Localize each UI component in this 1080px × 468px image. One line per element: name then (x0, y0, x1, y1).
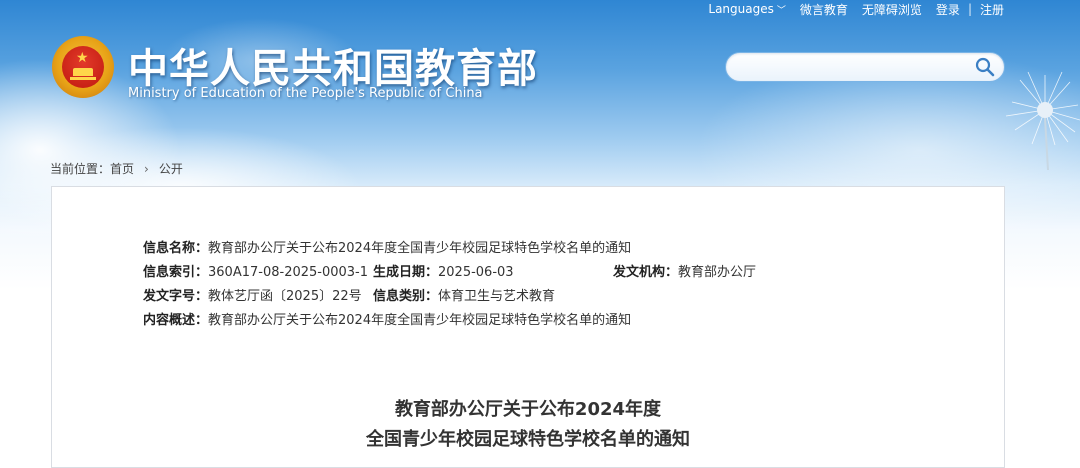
top-links: Languages ﹀ 微言教育 无障碍浏览 登录 | 注册 (708, 0, 1004, 18)
languages-dropdown[interactable]: Languages ﹀ (708, 2, 786, 16)
register-link[interactable]: 注册 (980, 1, 1004, 18)
meta-row-name: 信息名称：教育部办公厅关于公布2024年度全国青少年校园足球特色学校名单的通知 (143, 237, 903, 261)
breadcrumb-home-link[interactable]: 首页 (110, 160, 134, 177)
content-panel: 信息名称：教育部办公厅关于公布2024年度全国青少年校园足球特色学校名单的通知 … (51, 186, 1005, 468)
document-title: 教育部办公厅关于公布2024年度 全国青少年校园足球特色学校名单的通知 (52, 395, 1004, 455)
doc-number-value: 教体艺厅函〔2025〕22号 (208, 289, 362, 304)
meta-row-docno: 发文字号：教体艺厅函〔2025〕22号 信息类别：体育卫生与艺术教育 (143, 285, 903, 309)
document-title-line-1: 教育部办公厅关于公布2024年度 (394, 399, 662, 420)
issuing-org-label: 发文机构： (613, 265, 679, 280)
summary-value: 教育部办公厅关于公布2024年度全国青少年校园足球特色学校名单的通知 (208, 313, 632, 328)
search-input[interactable] (738, 57, 962, 79)
accessibility-link[interactable]: 无障碍浏览 (862, 1, 922, 18)
login-link[interactable]: 登录 (936, 1, 960, 18)
national-emblem-icon: ★ (52, 36, 114, 98)
meta-row-index: 信息索引：360A17-08-2025-0003-1 生成日期：2025-06-… (143, 261, 903, 285)
dandelion-decoration (1005, 71, 1080, 170)
breadcrumb-current-link[interactable]: 公开 (159, 160, 183, 177)
document-metadata: 信息名称：教育部办公厅关于公布2024年度全国青少年校园足球特色学校名单的通知 … (143, 237, 903, 333)
weibo-link[interactable]: 微言教育 (800, 1, 848, 18)
search-icon[interactable] (974, 56, 996, 78)
info-category-value: 体育卫生与艺术教育 (438, 289, 556, 304)
info-name-label: 信息名称： (143, 241, 209, 256)
search-box (725, 52, 1005, 82)
breadcrumb-arrow-icon: › (144, 161, 149, 176)
breadcrumb: 当前位置： 首页 › 公开 (50, 160, 183, 177)
date-value: 2025-06-03 (438, 265, 514, 280)
info-index-value: 360A17-08-2025-0003-1 (208, 265, 369, 280)
meta-row-summary: 内容概述：教育部办公厅关于公布2024年度全国青少年校园足球特色学校名单的通知 (143, 309, 903, 333)
info-index-label: 信息索引： (143, 265, 209, 280)
date-label: 生成日期： (373, 265, 439, 280)
doc-number-label: 发文字号： (143, 289, 209, 304)
breadcrumb-prefix: 当前位置： (50, 162, 111, 176)
link-separator: | (967, 2, 972, 16)
site-subtitle: Ministry of Education of the People's Re… (128, 86, 483, 101)
info-name-value: 教育部办公厅关于公布2024年度全国青少年校园足球特色学校名单的通知 (208, 241, 632, 256)
document-title-line-2: 全国青少年校园足球特色学校名单的通知 (366, 429, 690, 450)
summary-label: 内容概述： (143, 313, 209, 328)
languages-label: Languages (708, 2, 774, 16)
chevron-down-icon: ﹀ (776, 6, 786, 16)
issuing-org-value: 教育部办公厅 (678, 265, 757, 280)
info-category-label: 信息类别： (373, 289, 439, 304)
